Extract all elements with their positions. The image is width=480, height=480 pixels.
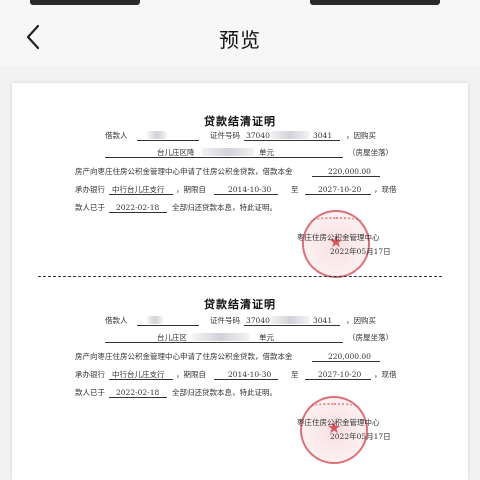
certificate-title: 贷款结清证明 [204,298,276,311]
end-date: 2027-10-20 [318,370,362,379]
address-prefix: 台儿庄区 [157,333,187,342]
borrower-label: 借款人 [105,131,128,140]
period-label: ，期限自 [176,185,206,194]
period-label: ，期限自 [176,370,206,379]
start-date: 2014-10-30 [228,370,272,379]
certificate-2: 贷款结清证明 借款人 证件号码 37040 3041 ，因购买 台儿庄区 单元 … [12,296,468,480]
payoff-date: 2022-02-18 [116,203,160,212]
redacted-name [147,131,167,139]
id-label: 证件号码 [210,316,240,325]
id-prefix: 37040 [246,131,270,140]
bank-name: 中行台儿庄支行 [112,185,165,194]
issuer: 枣庄住房公积金管理中心 [297,418,380,427]
housing-type: （房屋坐落） [348,148,393,157]
housing-type: （房屋坐落） [348,333,393,342]
address-field [105,157,343,158]
official-seal: ★ [302,210,370,278]
bank-label: 承办银行 [75,370,105,379]
borrower-field [137,325,199,326]
id-suffix: 3041 [313,316,333,325]
page-title: 预览 [219,28,261,52]
end-date: 2027-10-20 [318,185,362,194]
redacted-address [192,333,250,341]
purchase-text: ，因购买 [346,131,376,140]
page-divider [38,276,442,277]
redacted-address [201,148,255,156]
payoff-date: 2022-02-18 [116,388,160,397]
id-prefix: 37040 [246,316,270,325]
settled-text: 全部归还贷款本息，特此证明。 [172,203,277,212]
address-prefix: 台儿庄区降 [157,148,195,157]
borrow-now-text: ，现借 [374,370,397,379]
id-suffix: 3041 [313,131,333,140]
certificate-1: 贷款结清证明 借款人 证件号码 37040 3041 ，因购买 台儿庄区降 单元… [12,83,468,278]
settled-text: 全部归还贷款本息，特此证明。 [172,388,277,397]
start-date: 2014-10-30 [228,185,272,194]
borrower-field [137,140,199,141]
status-bar [0,0,480,8]
bank-name: 中行台儿庄支行 [112,370,165,379]
id-label: 证件号码 [210,131,240,140]
status-bar-right [310,0,440,5]
loan-amount: 220,000.00 [328,352,371,361]
address-unit: 单元 [259,148,274,157]
borrower-label: 借款人 [105,316,128,325]
payoff-prefix: 款人已于 [75,388,105,397]
address-field [105,342,343,343]
status-bar-left [30,0,140,5]
payoff-prefix: 款人已于 [75,203,105,212]
certificate-title: 贷款结清证明 [204,115,276,128]
loan-description: 房产向枣庄住房公积金管理中心申请了住房公积金贷款，借款本金 [75,167,293,176]
to-label: 至 [291,370,299,379]
issue-date: 2022年05月17日 [330,247,391,256]
document-preview[interactable]: 贷款结清证明 借款人 证件号码 37040 3041 ，因购买 台儿庄区降 单元… [12,83,468,480]
purchase-text: ，因购买 [346,316,376,325]
issuer: 枣庄住房公积金管理中心 [297,233,380,242]
issue-date: 2022年05月17日 [330,432,391,441]
to-label: 至 [291,185,299,194]
borrow-now-text: ，现借 [374,185,397,194]
nav-bar: 预览 [0,8,480,66]
address-unit: 单元 [259,333,274,342]
redacted-name [147,316,163,324]
official-seal: ★ [300,396,368,464]
bank-label: 承办银行 [75,185,105,194]
loan-amount: 220,000.00 [328,167,371,176]
loan-description: 房产向枣庄住房公积金管理中心申请了住房公积金贷款，借款本金 [75,352,293,361]
redacted-id [270,316,310,324]
redacted-id [270,131,310,139]
